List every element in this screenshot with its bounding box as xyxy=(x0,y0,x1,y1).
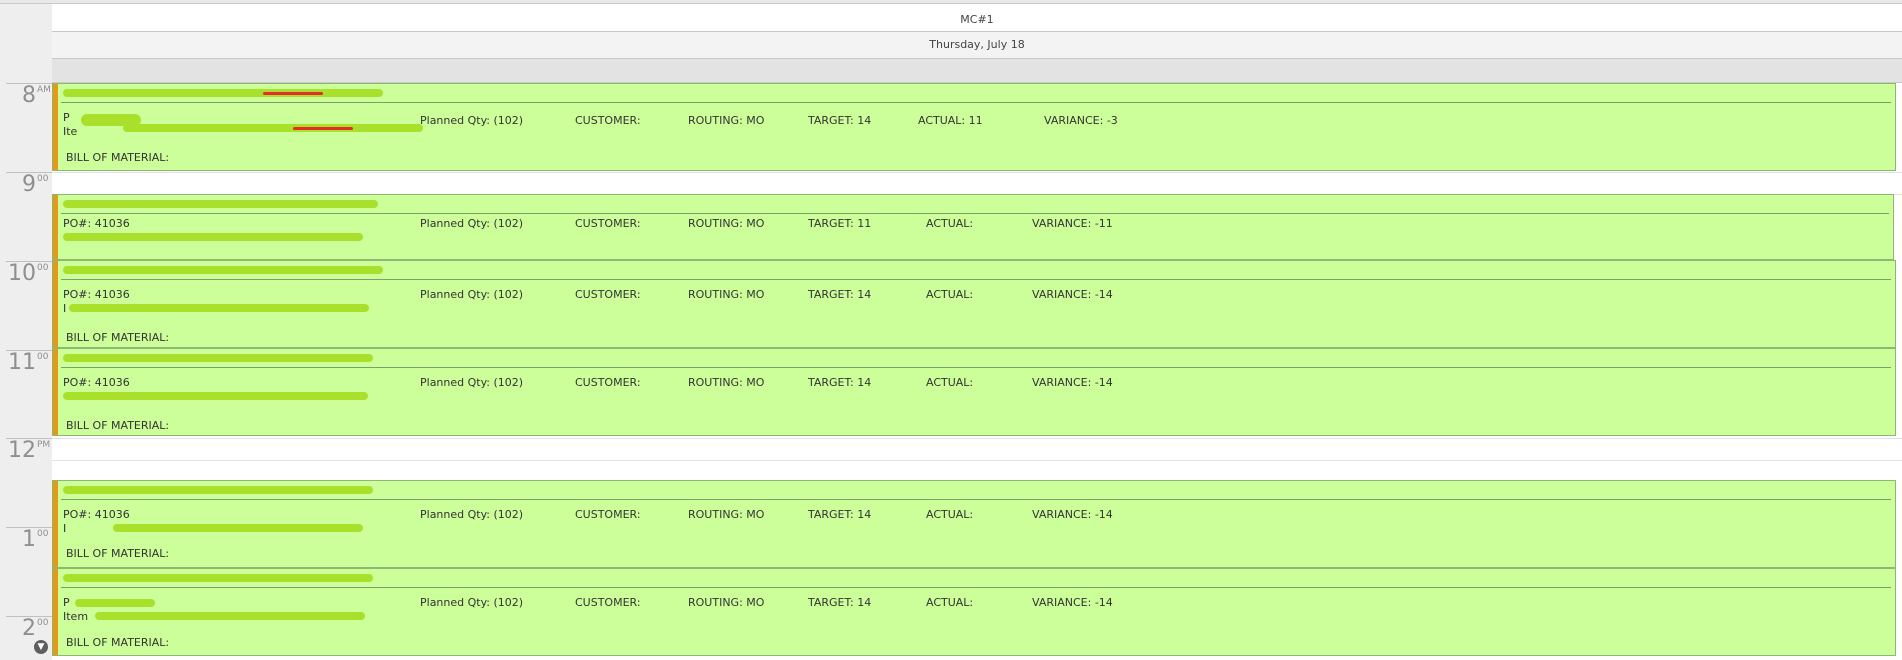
item-label: Ite xyxy=(63,125,78,138)
actual: ACTUAL: xyxy=(926,508,974,521)
target: TARGET: 11 xyxy=(808,217,872,230)
variance: VARIANCE: -3 xyxy=(1044,114,1118,127)
time-slot-12pm: 12 PM xyxy=(0,438,52,462)
routing: ROUTING: MO xyxy=(688,508,765,521)
variance: VARIANCE: -14 xyxy=(1032,376,1113,389)
status-stripe xyxy=(53,261,58,347)
bill-of-material: BILL OF MATERIAL: xyxy=(66,151,170,164)
po-number: PO#: 41036 xyxy=(63,217,130,230)
time-slot-suffix: 00 xyxy=(37,618,49,628)
status-stripe xyxy=(53,569,58,655)
target: TARGET: 14 xyxy=(808,376,872,389)
time-slot-hour: 10 xyxy=(8,261,36,286)
time-slot-hour: 2 xyxy=(22,616,36,641)
actual: ACTUAL: xyxy=(926,376,974,389)
actual: ACTUAL: xyxy=(926,288,974,301)
variance: VARIANCE: -14 xyxy=(1032,288,1113,301)
grid-line xyxy=(52,460,1902,461)
time-slot-10: 10 00 xyxy=(0,261,52,285)
status-stripe xyxy=(53,481,58,567)
appointment-separator xyxy=(61,367,1891,368)
appointment-card[interactable]: PO#: 41036 Planned Qty: (102) CUSTOMER: … xyxy=(52,348,1896,436)
customer: CUSTOMER: xyxy=(575,376,641,389)
customer: CUSTOMER: xyxy=(575,114,641,127)
grid-line xyxy=(52,172,1902,173)
po-number: PO#: 41036 xyxy=(63,508,130,521)
appointment-separator xyxy=(61,213,1889,214)
actual: ACTUAL: xyxy=(926,217,974,230)
resource-header: MC#1 xyxy=(52,4,1902,32)
status-stripe xyxy=(53,84,58,170)
date-header[interactable]: Thursday, July 18 xyxy=(52,32,1902,59)
appointment-card[interactable]: PO#: 41036 I Planned Qty: (102) CUSTOMER… xyxy=(52,260,1896,348)
bill-of-material: BILL OF MATERIAL: xyxy=(66,331,170,344)
time-slot-suffix: 00 xyxy=(37,529,49,539)
grid-line xyxy=(52,438,1902,439)
time-slot-2: 2 00 xyxy=(0,616,52,640)
routing: ROUTING: MO xyxy=(688,114,765,127)
all-day-area[interactable] xyxy=(52,59,1902,83)
customer: CUSTOMER: xyxy=(575,217,641,230)
po-number: PO#: 41036 xyxy=(63,288,130,301)
status-stripe xyxy=(53,349,58,435)
bill-of-material: BILL OF MATERIAL: xyxy=(66,547,170,560)
planned-qty: Planned Qty: (102) xyxy=(420,596,524,609)
variance: VARIANCE: -11 xyxy=(1032,217,1113,230)
routing: ROUTING: MO xyxy=(688,217,765,230)
time-slot-1: 1 00 xyxy=(0,527,52,551)
time-slot-suffix: PM xyxy=(37,440,51,450)
item-label: I xyxy=(63,302,67,315)
appointment-separator xyxy=(61,102,1891,103)
routing: ROUTING: MO xyxy=(688,596,765,609)
bill-of-material: BILL OF MATERIAL: xyxy=(66,636,170,649)
customer: CUSTOMER: xyxy=(575,288,641,301)
planned-qty: Planned Qty: (102) xyxy=(420,508,524,521)
appointment-card[interactable]: PO#: 41036 I Planned Qty: (102) CUSTOMER… xyxy=(52,480,1896,568)
appointment-separator xyxy=(61,279,1891,280)
planned-qty: Planned Qty: (102) xyxy=(420,376,524,389)
appointment-card[interactable]: P Ite Planned Qty: (102) CUSTOMER: ROUTI… xyxy=(52,83,1896,171)
po-number: P xyxy=(63,111,70,124)
time-slot-9: 9 00 xyxy=(0,172,52,196)
customer: CUSTOMER: xyxy=(575,508,641,521)
time-slot-hour: 9 xyxy=(22,172,36,197)
time-slot-hour: 8 xyxy=(22,83,36,108)
item-label: Item xyxy=(63,610,89,623)
routing: ROUTING: MO xyxy=(688,288,765,301)
item-label: I xyxy=(63,522,67,535)
actual: ACTUAL: 11 xyxy=(918,114,983,127)
planned-qty: Planned Qty: (102) xyxy=(420,114,524,127)
target: TARGET: 14 xyxy=(808,114,872,127)
time-slot-suffix: 00 xyxy=(37,263,49,273)
variance: VARIANCE: -14 xyxy=(1032,508,1113,521)
appointment-separator xyxy=(61,499,1891,500)
target: TARGET: 14 xyxy=(808,288,872,301)
po-number: PO#: 41036 xyxy=(63,376,130,389)
chevron-down-icon[interactable]: ▼ xyxy=(34,640,48,654)
status-stripe xyxy=(53,195,58,259)
time-slot-suffix: AM xyxy=(37,85,51,95)
planned-qty: Planned Qty: (102) xyxy=(420,288,524,301)
appointment-card[interactable]: P Item Planned Qty: (102) CUSTOMER: ROUT… xyxy=(52,568,1896,656)
target: TARGET: 14 xyxy=(808,508,872,521)
planned-qty: Planned Qty: (102) xyxy=(420,217,524,230)
customer: CUSTOMER: xyxy=(575,596,641,609)
target: TARGET: 14 xyxy=(808,596,872,609)
time-slot-suffix: 00 xyxy=(37,174,49,184)
time-slot-hour: 11 xyxy=(8,350,36,375)
time-slot-hour: 1 xyxy=(22,527,36,552)
appointment-separator xyxy=(61,587,1891,588)
time-slot-suffix: 00 xyxy=(37,352,49,362)
appointment-card[interactable]: PO#: 41036 Planned Qty: (102) CUSTOMER: … xyxy=(52,194,1894,260)
bill-of-material: BILL OF MATERIAL: xyxy=(66,419,170,432)
time-slot-hour: 12 xyxy=(8,438,36,463)
time-slot-8am: 8 AM xyxy=(0,83,52,107)
routing: ROUTING: MO xyxy=(688,376,765,389)
time-slot-11: 11 00 xyxy=(0,350,52,374)
po-number: P xyxy=(63,596,70,609)
actual: ACTUAL: xyxy=(926,596,974,609)
variance: VARIANCE: -14 xyxy=(1032,596,1113,609)
